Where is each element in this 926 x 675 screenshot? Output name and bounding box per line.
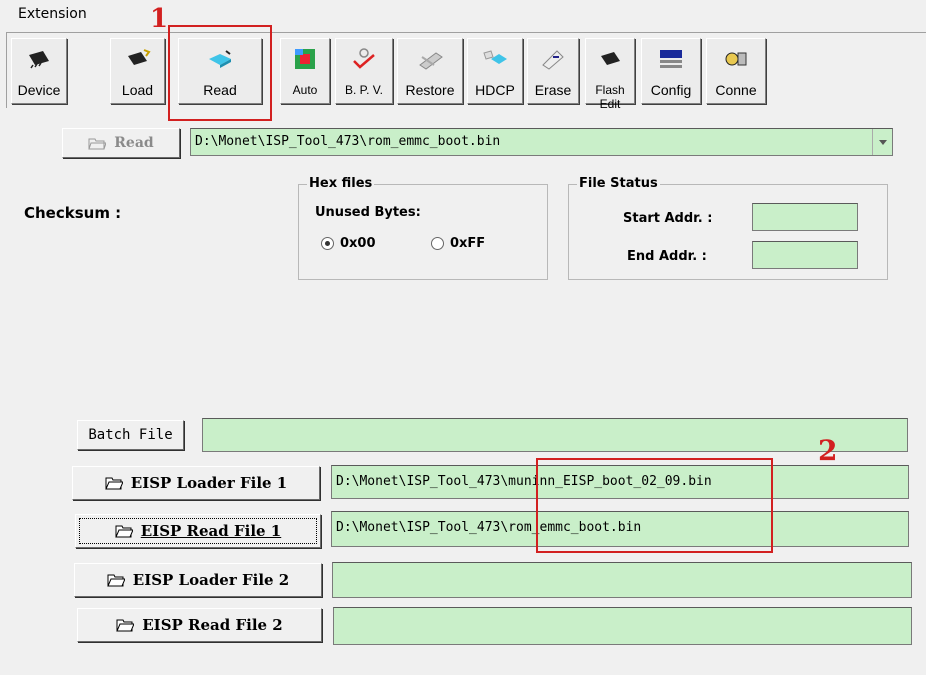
annotation-highlight-paths bbox=[536, 458, 773, 553]
config-icon bbox=[660, 50, 682, 68]
open-folder-icon bbox=[116, 619, 135, 632]
eisp-read-file-2-label: EISP Read File 2 bbox=[142, 616, 283, 634]
open-folder-icon bbox=[107, 574, 125, 587]
restore-icon bbox=[419, 52, 443, 70]
toolbar-auto-button[interactable]: Auto bbox=[280, 38, 330, 104]
end-addr-field[interactable] bbox=[752, 241, 858, 269]
hdcp-icon bbox=[483, 50, 507, 64]
toolbar-label: HDCP bbox=[475, 82, 515, 98]
menu-bar: Extension bbox=[0, 0, 926, 28]
start-addr-label: Start Addr. : bbox=[623, 211, 713, 226]
toolbar-label: Device bbox=[17, 82, 61, 98]
open-folder-icon bbox=[88, 138, 107, 150]
radio-0xff[interactable]: 0xFF bbox=[431, 236, 485, 251]
combobox-dropdown-button[interactable] bbox=[872, 129, 892, 155]
read-path-value: D:\Monet\ISP_Tool_473\rom_emmc_boot.bin bbox=[195, 134, 501, 149]
eisp-read-file-1-button[interactable]: EISP Read File 1 bbox=[75, 514, 321, 548]
batch-file-label: Batch File bbox=[88, 427, 173, 443]
toolbar-connect-button[interactable]: Conne bbox=[706, 38, 766, 104]
end-addr-label: End Addr. : bbox=[627, 249, 707, 264]
bpv-check-icon bbox=[353, 48, 375, 69]
file-status-group: File Status Start Addr. : End Addr. : bbox=[568, 176, 888, 280]
toolbar-config-button[interactable]: Config bbox=[641, 38, 701, 104]
toolbar-label: Flash Edit bbox=[595, 83, 625, 111]
load-chip-icon bbox=[127, 49, 151, 65]
toolbar-label: Load bbox=[121, 82, 154, 98]
toolbar-restore-button[interactable]: Restore bbox=[397, 38, 463, 104]
toolbar-label: Conne bbox=[715, 82, 757, 98]
toolbar-label: Config bbox=[650, 82, 692, 98]
annotation-highlight-read bbox=[168, 25, 272, 121]
eisp-loader-file-1-button[interactable]: EISP Loader File 1 bbox=[72, 466, 320, 500]
unused-bytes-label: Unused Bytes: bbox=[315, 205, 421, 220]
annotation-number-1: 1 bbox=[150, 4, 169, 34]
start-addr-field[interactable] bbox=[752, 203, 858, 231]
annotation-number-2: 2 bbox=[818, 434, 838, 467]
hex-files-title: Hex files bbox=[307, 176, 375, 191]
eisp-read-file-1-label: EISP Read File 1 bbox=[140, 522, 282, 540]
flash-edit-icon bbox=[601, 52, 620, 65]
eisp-read-file-2-path[interactable] bbox=[333, 607, 912, 645]
open-folder-icon bbox=[114, 525, 133, 538]
checksum-label: Checksum : bbox=[24, 204, 122, 222]
open-folder-icon bbox=[105, 477, 123, 490]
toolbar-label: Erase bbox=[534, 82, 572, 98]
read-path-combobox[interactable]: D:\Monet\ISP_Tool_473\rom_emmc_boot.bin bbox=[190, 128, 893, 156]
toolbar-label: Restore bbox=[405, 82, 455, 98]
chevron-down-icon bbox=[878, 139, 887, 145]
batch-file-button[interactable]: Batch File bbox=[77, 420, 184, 450]
radio-unselected-icon bbox=[431, 237, 444, 250]
toolbar-bpv-button[interactable]: B. P. V. bbox=[335, 38, 393, 104]
toolbar-device-button[interactable]: Device bbox=[11, 38, 67, 104]
menu-extension[interactable]: Extension bbox=[18, 6, 87, 22]
eisp-loader-file-1-label: EISP Loader File 1 bbox=[130, 474, 288, 492]
read-button-label: Read bbox=[114, 135, 154, 151]
batch-file-field[interactable] bbox=[202, 418, 908, 452]
eisp-read-file-2-button[interactable]: EISP Read File 2 bbox=[77, 608, 322, 642]
radio-0x00[interactable]: 0x00 bbox=[321, 236, 376, 251]
radio-0x00-label: 0x00 bbox=[340, 236, 376, 251]
erase-icon bbox=[542, 50, 564, 70]
eisp-loader-file-2-path[interactable] bbox=[332, 562, 912, 598]
toolbar-hdcp-button[interactable]: HDCP bbox=[467, 38, 523, 104]
device-chip-icon bbox=[29, 51, 49, 69]
file-status-title: File Status bbox=[577, 176, 660, 191]
auto-icon bbox=[295, 49, 315, 69]
toolbar-erase-button[interactable]: Erase bbox=[527, 38, 579, 104]
hex-files-group: Hex files Unused Bytes: 0x00 0xFF bbox=[298, 176, 548, 280]
toolbar-load-button[interactable]: Load bbox=[110, 38, 165, 104]
toolbar-flash-edit-button[interactable]: Flash Edit bbox=[585, 38, 635, 111]
radio-selected-icon bbox=[321, 237, 334, 250]
toolbar-label: B. P. V. bbox=[344, 83, 384, 97]
eisp-loader-file-2-label: EISP Loader File 2 bbox=[132, 571, 290, 589]
toolbar-label: Auto bbox=[292, 83, 318, 97]
connect-icon bbox=[725, 52, 747, 66]
read-button[interactable]: Read bbox=[62, 128, 180, 158]
eisp-loader-file-2-button[interactable]: EISP Loader File 2 bbox=[74, 563, 322, 597]
radio-0xff-label: 0xFF bbox=[450, 236, 486, 251]
